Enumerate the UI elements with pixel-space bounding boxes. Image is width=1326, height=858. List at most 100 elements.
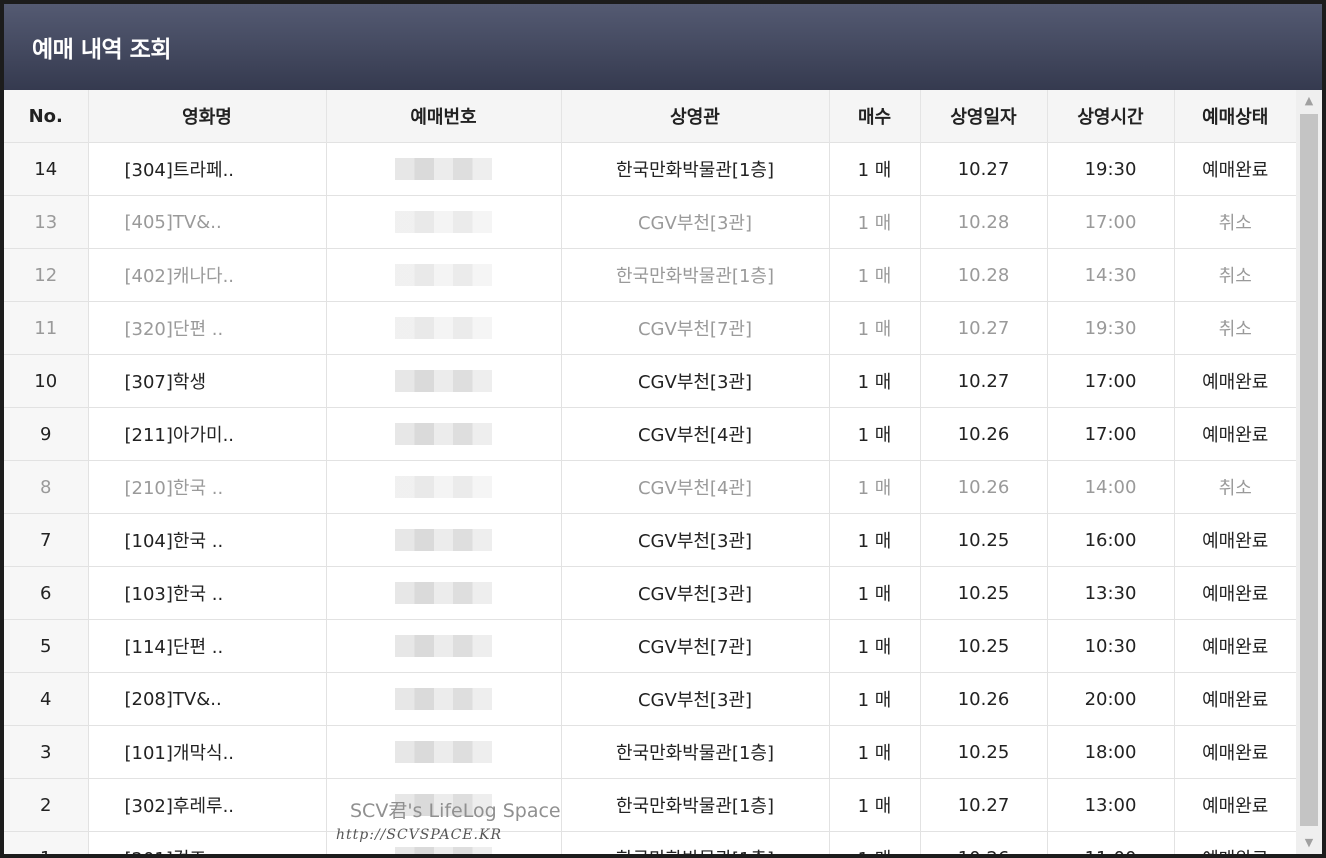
blurred-reservation-number xyxy=(395,158,492,180)
blurred-reservation-number xyxy=(395,582,492,604)
cell-reservation-status: 예매완료 xyxy=(1173,407,1296,461)
table-row[interactable]: 4 [208]TV&.. CGV부천[3관] 1 매 10.26 20:00 예매완료 xyxy=(4,672,1296,726)
table-header-row: No. 영화명 예매번호 상영관 매수 상영일자 상영시간 예매상태 xyxy=(4,90,1296,143)
cell-screening-date: 10.28 xyxy=(919,195,1047,249)
cell-no: 4 xyxy=(4,672,88,726)
cell-screening-date: 10.27 xyxy=(919,778,1047,832)
cell-screening-date: 10.27 xyxy=(919,142,1047,196)
header-screening-date: 상영일자 xyxy=(919,90,1047,143)
cell-movie-title: [101]개막식.. xyxy=(87,725,326,779)
reservation-table: No. 영화명 예매번호 상영관 매수 상영일자 상영시간 예매상태 14 [30… xyxy=(4,90,1296,854)
cell-movie-title: [211]아가미.. xyxy=(87,407,326,461)
cell-theater: 한국만화박물관[1층] xyxy=(560,778,829,832)
blurred-reservation-number xyxy=(395,476,492,498)
cell-reservation-status: 예매완료 xyxy=(1173,672,1296,726)
scroll-down-arrow-icon[interactable]: ▼ xyxy=(1296,832,1322,854)
header-reservation-number: 예매번호 xyxy=(325,90,561,143)
cell-reservation-number xyxy=(325,566,561,620)
cell-reservation-status: 예매완료 xyxy=(1173,354,1296,408)
cell-theater: CGV부천[3관] xyxy=(560,195,829,249)
cell-theater: CGV부천[7관] xyxy=(560,301,829,355)
cell-movie-title: [320]단편 .. xyxy=(87,301,326,355)
cell-theater: 한국만화박물관[1층] xyxy=(560,248,829,302)
blurred-reservation-number xyxy=(395,211,492,233)
table-row[interactable]: 1[201]걸즈 .. 한국만화박물관[1층]1 매10.2611:00예매완료 xyxy=(4,831,1296,854)
cell-ticket-count: 1 매 xyxy=(828,142,920,196)
blurred-reservation-number xyxy=(395,847,492,854)
cell-ticket-count: 1 매 xyxy=(828,619,920,673)
cell-movie-title: [402]캐나다.. xyxy=(87,248,326,302)
cell-no: 1 xyxy=(4,831,88,854)
vertical-scrollbar[interactable]: ▲ ▼ xyxy=(1296,90,1322,854)
cell-reservation-number xyxy=(325,301,561,355)
cell-movie-title: [210]한국 .. xyxy=(87,460,326,514)
cell-reservation-status: 예매완료 xyxy=(1173,142,1296,196)
cell-theater: 한국만화박물관[1층] xyxy=(560,725,829,779)
cell-movie-title: [114]단편 .. xyxy=(87,619,326,673)
blurred-reservation-number xyxy=(395,317,492,339)
cell-reservation-status: 취소 xyxy=(1173,248,1296,302)
cell-screening-time: 14:30 xyxy=(1046,248,1174,302)
cell-theater: CGV부천[3관] xyxy=(560,354,829,408)
cell-reservation-number xyxy=(325,513,561,567)
cell-reservation-status: 취소 xyxy=(1173,460,1296,514)
cell-reservation-number xyxy=(325,354,561,408)
cell-ticket-count: 1 매 xyxy=(828,195,920,249)
header-theater: 상영관 xyxy=(560,90,829,143)
cell-screening-date: 10.28 xyxy=(919,248,1047,302)
cell-screening-time: 13:30 xyxy=(1046,566,1174,620)
scroll-thumb[interactable] xyxy=(1300,114,1318,826)
cell-reservation-status: 취소 xyxy=(1173,195,1296,249)
cell-ticket-count: 1 매 xyxy=(828,566,920,620)
table-row[interactable]: 2 [302]후레루.. 한국만화박물관[1층] 1 매 10.27 13:00 예매완료 xyxy=(4,778,1296,832)
cell-ticket-count: 1 매 xyxy=(828,725,920,779)
cell-reservation-status: 취소 xyxy=(1173,301,1296,355)
cell-theater: 한국만화박물관[1층] xyxy=(560,142,829,196)
table-row[interactable]: 12 [402]캐나다.. 한국만화박물관[1층] 1 매 10.28 14:30 취소 xyxy=(4,248,1296,302)
cell-screening-date: 10.27 xyxy=(919,301,1047,355)
table-row[interactable]: 9 [211]아가미.. CGV부천[4관] 1 매 10.26 17:00 예매완료 xyxy=(4,407,1296,461)
table-row[interactable]: 10 [307]학생 CGV부천[3관] 1 매 10.27 17:00 예매완료 xyxy=(4,354,1296,408)
cell-reservation-number xyxy=(325,672,561,726)
table-row[interactable]: 7 [104]한국 .. CGV부천[3관] 1 매 10.25 16:00 예매완료 xyxy=(4,513,1296,567)
cell-ticket-count: 1 매 xyxy=(828,407,920,461)
cell-screening-date: 10.25 xyxy=(919,619,1047,673)
blurred-reservation-number xyxy=(395,370,492,392)
cell-ticket-count: 1 매 xyxy=(828,460,920,514)
blurred-reservation-number xyxy=(395,794,492,816)
blurred-reservation-number xyxy=(395,688,492,710)
cell-movie-title: [104]한국 .. xyxy=(87,513,326,567)
cell-movie-title: [307]학생 xyxy=(87,354,326,408)
cell-no: 12 xyxy=(4,248,88,302)
table-row[interactable]: 11 [320]단편 .. CGV부천[7관] 1 매 10.27 19:30 취소 xyxy=(4,301,1296,355)
blurred-reservation-number xyxy=(395,635,492,657)
cell-screening-date: 10.25 xyxy=(919,513,1047,567)
window-titlebar: 예매 내역 조회 xyxy=(4,4,1322,90)
cell-reservation-status: 예매완료 xyxy=(1173,725,1296,779)
cell-reservation-status: 예매완료 xyxy=(1173,831,1296,854)
blurred-reservation-number xyxy=(395,264,492,286)
cell-screening-time: 19:30 xyxy=(1046,142,1174,196)
table-row[interactable]: 6 [103]한국 .. CGV부천[3관] 1 매 10.25 13:30 예매완료 xyxy=(4,566,1296,620)
table-row[interactable]: 5 [114]단편 .. CGV부천[7관] 1 매 10.25 10:30 예매완료 xyxy=(4,619,1296,673)
cell-screening-time: 17:00 xyxy=(1046,354,1174,408)
cell-reservation-number xyxy=(325,248,561,302)
cell-theater: CGV부천[7관] xyxy=(560,619,829,673)
cell-theater: CGV부천[4관] xyxy=(560,460,829,514)
scroll-up-arrow-icon[interactable]: ▲ xyxy=(1296,90,1322,112)
table-row[interactable]: 14 [304]트라페.. 한국만화박물관[1층] 1 매 10.27 19:30 예매완료 xyxy=(4,142,1296,196)
cell-movie-title: [103]한국 .. xyxy=(87,566,326,620)
table-row[interactable]: 8 [210]한국 .. CGV부천[4관] 1 매 10.26 14:00 취소 xyxy=(4,460,1296,514)
cell-reservation-status: 예매완료 xyxy=(1173,778,1296,832)
cell-reservation-status: 예매완료 xyxy=(1173,513,1296,567)
window-title: 예매 내역 조회 xyxy=(32,37,171,63)
table-row[interactable]: 3 [101]개막식.. 한국만화박물관[1층] 1 매 10.25 18:00 예매완료 xyxy=(4,725,1296,779)
header-no: No. xyxy=(4,90,88,143)
cell-screening-time: 20:00 xyxy=(1046,672,1174,726)
cell-ticket-count: 1 매 xyxy=(828,354,920,408)
table-row[interactable]: 13 [405]TV&.. CGV부천[3관] 1 매 10.28 17:00 취소 xyxy=(4,195,1296,249)
cell-theater: CGV부천[3관] xyxy=(560,513,829,567)
cell-ticket-count: 1 매 xyxy=(828,778,920,832)
cell-screening-time: 17:00 xyxy=(1046,195,1174,249)
cell-screening-date: 10.26 xyxy=(919,407,1047,461)
